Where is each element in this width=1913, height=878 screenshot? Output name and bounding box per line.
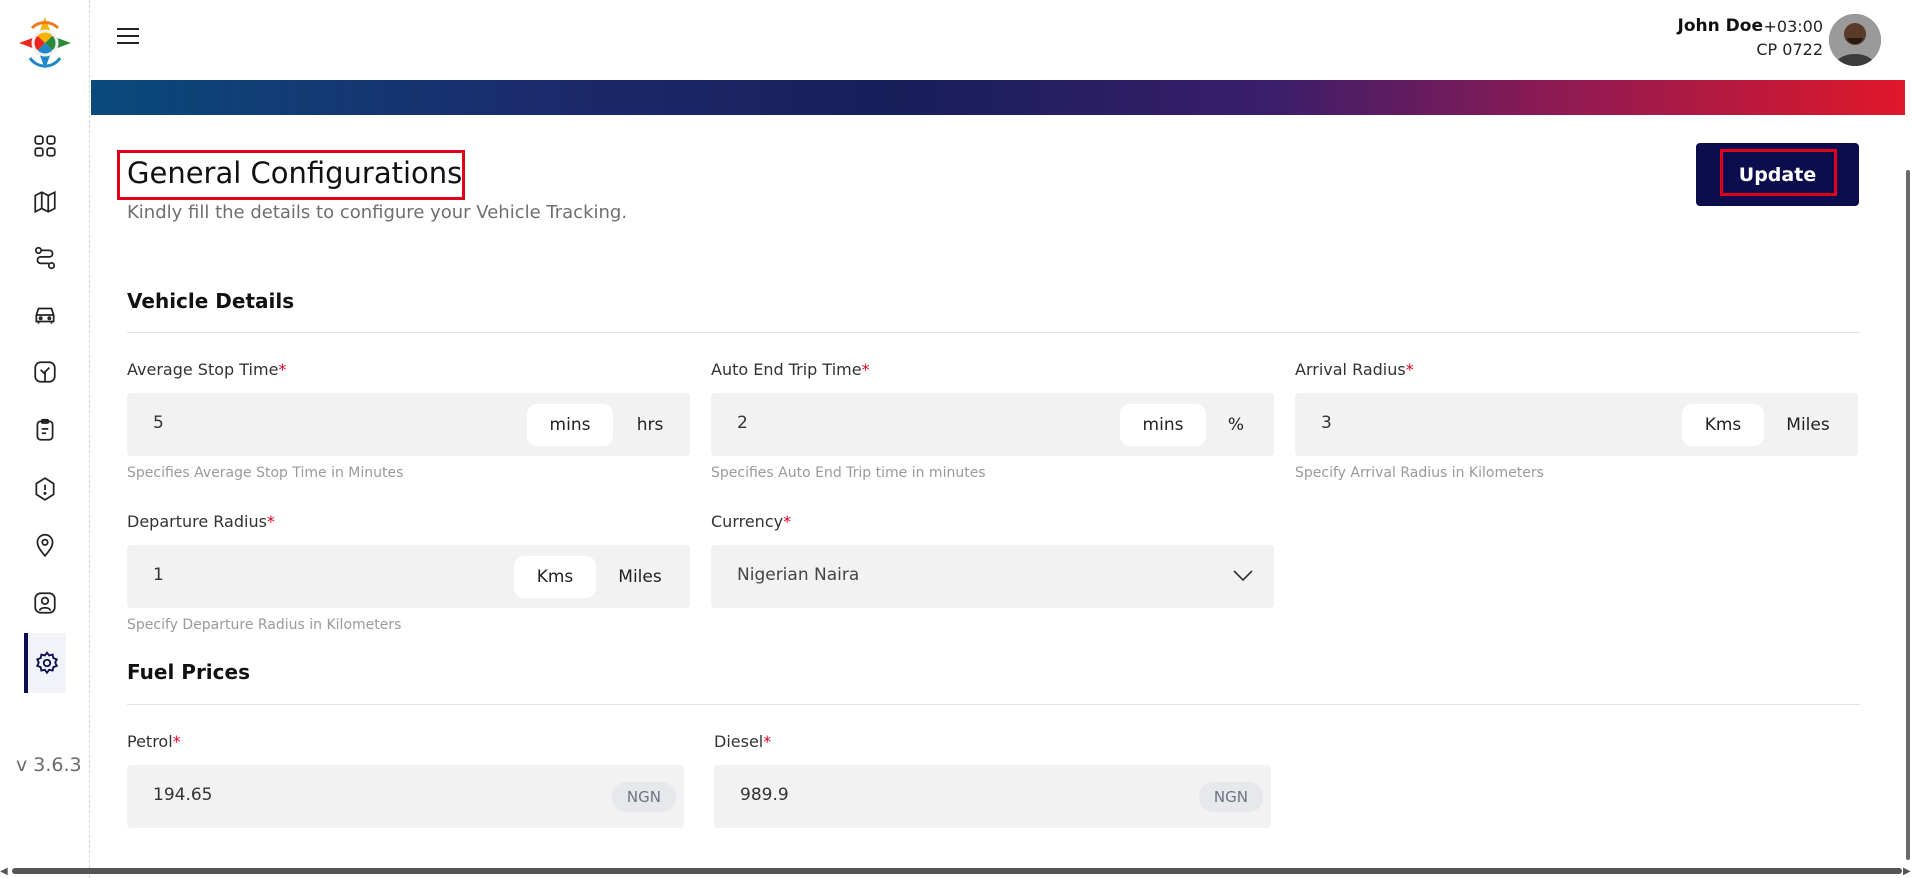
sidebar-item-users[interactable]: [24, 582, 66, 624]
diesel-label: Diesel*: [714, 732, 772, 751]
section-divider: [127, 332, 1860, 333]
arrival-radius-label: Arrival Radius*: [1295, 360, 1414, 379]
average-stop-time-label: Average Stop Time*: [127, 360, 287, 379]
arrival-radius-value[interactable]: 3: [1321, 413, 1332, 433]
dashboard-grid-icon: [34, 135, 56, 157]
departure-radius-value[interactable]: 1: [153, 565, 164, 585]
alert-shield-icon: [35, 477, 55, 501]
app-logo[interactable]: [16, 14, 74, 72]
header-banner: [91, 80, 1905, 115]
unit-mins-button[interactable]: mins: [1120, 404, 1206, 446]
average-stop-time-hint: Specifies Average Stop Time in Minutes: [127, 465, 404, 481]
sidebar-item-reports[interactable]: [24, 409, 66, 451]
user-timezone: +03:00: [1763, 17, 1823, 36]
clipboard-icon: [36, 418, 54, 441]
scroll-left-arrow-icon[interactable]: ◀: [0, 866, 8, 877]
sidebar-item-geofence[interactable]: [24, 351, 66, 393]
unit-mins-button[interactable]: mins: [527, 404, 613, 446]
horizontal-scrollbar[interactable]: [12, 868, 1902, 874]
auto-end-trip-time-hint: Specifies Auto End Trip time in minutes: [711, 465, 986, 481]
diesel-price-field[interactable]: 989.9 NGN: [714, 765, 1271, 828]
auto-end-trip-time-field[interactable]: 2 mins %: [711, 393, 1274, 456]
user-profile-icon: [34, 592, 56, 614]
sidebar-item-map[interactable]: [24, 181, 66, 223]
sidebar-item-locations[interactable]: [24, 524, 66, 566]
sidebar-item-vehicles[interactable]: [24, 294, 66, 336]
avatar[interactable]: [1829, 14, 1881, 66]
map-icon: [34, 190, 56, 214]
arrival-radius-hint: Specify Arrival Radius in Kilometers: [1295, 465, 1544, 481]
departure-radius-label: Departure Radius*: [127, 512, 275, 531]
section-divider: [127, 704, 1860, 705]
car-icon: [35, 307, 55, 324]
petrol-price-value[interactable]: 194.65: [153, 785, 212, 805]
vertical-scrollbar[interactable]: [1906, 170, 1910, 860]
gear-icon: [35, 651, 59, 675]
unit-percent-button[interactable]: %: [1211, 404, 1261, 446]
update-button[interactable]: Update: [1696, 143, 1859, 206]
unit-kms-button[interactable]: Kms: [514, 556, 596, 598]
departure-radius-hint: Specify Departure Radius in Kilometers: [127, 617, 402, 633]
petrol-label: Petrol*: [127, 732, 181, 751]
petrol-currency-badge: NGN: [611, 782, 676, 812]
user-name: John Doe: [1677, 16, 1763, 36]
average-stop-time-value[interactable]: 5: [153, 413, 164, 433]
auto-end-trip-time-value[interactable]: 2: [737, 413, 748, 433]
petrol-price-field[interactable]: 194.65 NGN: [127, 765, 684, 828]
app-version: v 3.6.3: [16, 754, 82, 776]
unit-miles-button[interactable]: Miles: [1767, 404, 1849, 446]
page-subtitle: Kindly fill the details to configure you…: [127, 202, 628, 223]
route-icon: [34, 246, 56, 270]
top-header: John Doe +03:00 CP 0722: [91, 0, 1913, 80]
diesel-price-value[interactable]: 989.9: [740, 785, 789, 805]
currency-label: Currency*: [711, 512, 792, 531]
page-title: General Configurations: [127, 156, 463, 190]
location-pin-icon: [36, 533, 54, 558]
update-button-label: Update: [1738, 163, 1817, 186]
sidebar-item-routes[interactable]: [24, 237, 66, 279]
user-code: CP 0722: [1756, 40, 1823, 59]
sidebar-item-dashboard[interactable]: [24, 125, 66, 167]
auto-end-trip-time-label: Auto End Trip Time*: [711, 360, 870, 379]
currency-select[interactable]: Nigerian Naira: [711, 545, 1274, 608]
scroll-right-arrow-icon[interactable]: ▶: [1903, 866, 1911, 877]
sidebar-item-settings[interactable]: [24, 633, 66, 693]
currency-selected-value: Nigerian Naira: [737, 565, 860, 585]
departure-radius-field[interactable]: 1 Kms Miles: [127, 545, 690, 608]
unit-miles-button[interactable]: Miles: [599, 556, 681, 598]
unit-hrs-button[interactable]: hrs: [615, 404, 685, 446]
chevron-down-icon: [1233, 570, 1253, 582]
tree-icon: [34, 361, 56, 383]
hamburger-menu-icon[interactable]: [117, 28, 139, 46]
average-stop-time-field[interactable]: 5 mins hrs: [127, 393, 690, 456]
sidebar: v 3.6.3: [0, 0, 90, 878]
unit-kms-button[interactable]: Kms: [1682, 404, 1764, 446]
section-title-fuel-prices: Fuel Prices: [127, 660, 250, 684]
section-title-vehicle-details: Vehicle Details: [127, 289, 295, 313]
diesel-currency-badge: NGN: [1198, 782, 1263, 812]
sidebar-item-alerts[interactable]: [24, 468, 66, 510]
arrival-radius-field[interactable]: 3 Kms Miles: [1295, 393, 1858, 456]
